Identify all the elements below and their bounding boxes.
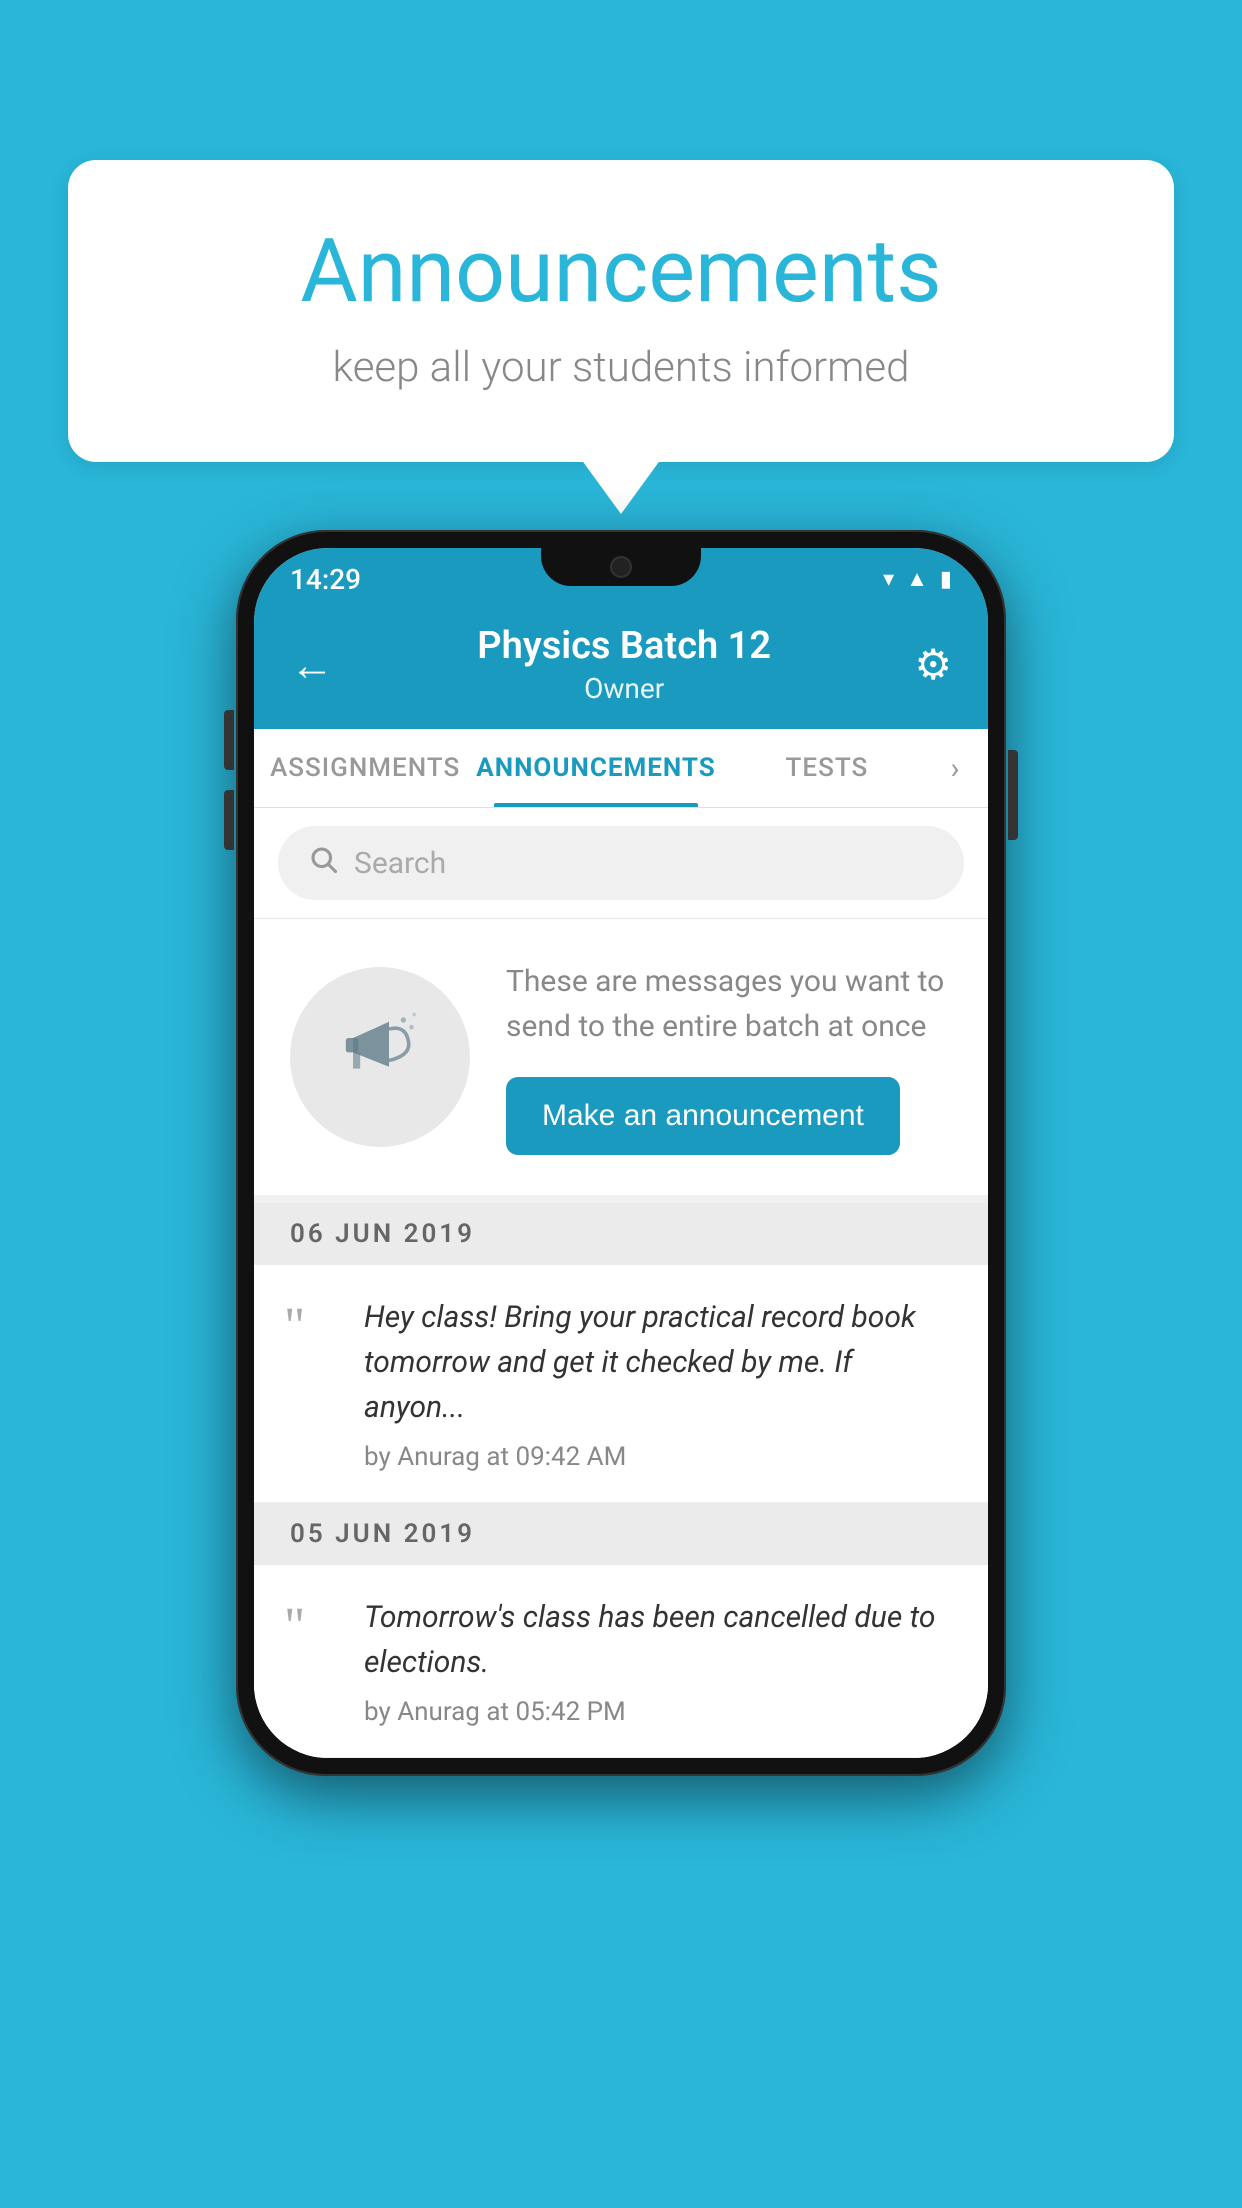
announcement-text-1: Hey class! Bring your practical record b… [364, 1295, 952, 1430]
phone-notch [541, 548, 701, 586]
tabs-bar: ASSIGNMENTS ANNOUNCEMENTS TESTS › [254, 729, 988, 808]
megaphone-icon [335, 1002, 425, 1112]
search-placeholder: Search [354, 846, 446, 881]
settings-button[interactable]: ⚙ [914, 640, 952, 690]
speech-bubble-title: Announcements [148, 220, 1094, 323]
quote-icon-1: " [284, 1301, 336, 1353]
status-time: 14:29 [290, 563, 361, 596]
search-container: Search [254, 808, 988, 919]
search-icon [308, 844, 338, 882]
phone-outer: 14:29 ▾ ▲ ▮ ← Physics Batch 12 Owner ⚙ [236, 530, 1006, 1776]
tab-announcements[interactable]: ANNOUNCEMENTS [468, 729, 723, 807]
search-bar[interactable]: Search [278, 826, 964, 900]
date-header-2: 05 JUN 2019 [254, 1503, 988, 1565]
app-header: ← Physics Batch 12 Owner ⚙ [254, 604, 988, 729]
phone-mockup: 14:29 ▾ ▲ ▮ ← Physics Batch 12 Owner ⚙ [236, 530, 1006, 1776]
speech-bubble-section: Announcements keep all your students inf… [68, 160, 1174, 462]
announcement-meta-1: by Anurag at 09:42 AM [364, 1442, 952, 1472]
date-header-1: 06 JUN 2019 [254, 1203, 988, 1265]
signal-icon: ▲ [906, 566, 928, 592]
announcement-item-2[interactable]: " Tomorrow's class has been cancelled du… [254, 1565, 988, 1758]
battery-icon: ▮ [940, 567, 952, 592]
promo-content: These are messages you want to send to t… [506, 959, 952, 1155]
announcement-text-group-1: Hey class! Bring your practical record b… [364, 1295, 952, 1472]
promo-section: These are messages you want to send to t… [254, 919, 988, 1203]
announcement-text-2: Tomorrow's class has been cancelled due … [364, 1595, 952, 1685]
tab-tests[interactable]: TESTS [724, 729, 930, 807]
header-subtitle: Owner [477, 672, 771, 705]
volume-down-button [224, 790, 234, 850]
speech-bubble: Announcements keep all your students inf… [68, 160, 1174, 462]
tab-assignments[interactable]: ASSIGNMENTS [262, 729, 468, 807]
announcement-text-group-2: Tomorrow's class has been cancelled due … [364, 1595, 952, 1727]
tabs-more-button[interactable]: › [930, 729, 980, 807]
status-icons: ▾ ▲ ▮ [883, 566, 952, 592]
phone-screen: 14:29 ▾ ▲ ▮ ← Physics Batch 12 Owner ⚙ [254, 548, 988, 1758]
header-title: Physics Batch 12 [477, 624, 771, 668]
announcement-meta-2: by Anurag at 05:42 PM [364, 1697, 952, 1727]
promo-description: These are messages you want to send to t… [506, 959, 952, 1049]
back-button[interactable]: ← [290, 643, 334, 687]
make-announcement-button[interactable]: Make an announcement [506, 1077, 900, 1155]
volume-up-button [224, 710, 234, 770]
power-button [1008, 750, 1018, 840]
quote-icon-2: " [284, 1601, 336, 1653]
content-area: Search [254, 808, 988, 1758]
announcement-item-1[interactable]: " Hey class! Bring your practical record… [254, 1265, 988, 1503]
front-camera [610, 556, 632, 578]
speech-bubble-subtitle: keep all your students informed [148, 343, 1094, 392]
promo-icon-circle [290, 967, 470, 1147]
wifi-icon: ▾ [883, 567, 894, 592]
header-title-group: Physics Batch 12 Owner [477, 624, 771, 705]
